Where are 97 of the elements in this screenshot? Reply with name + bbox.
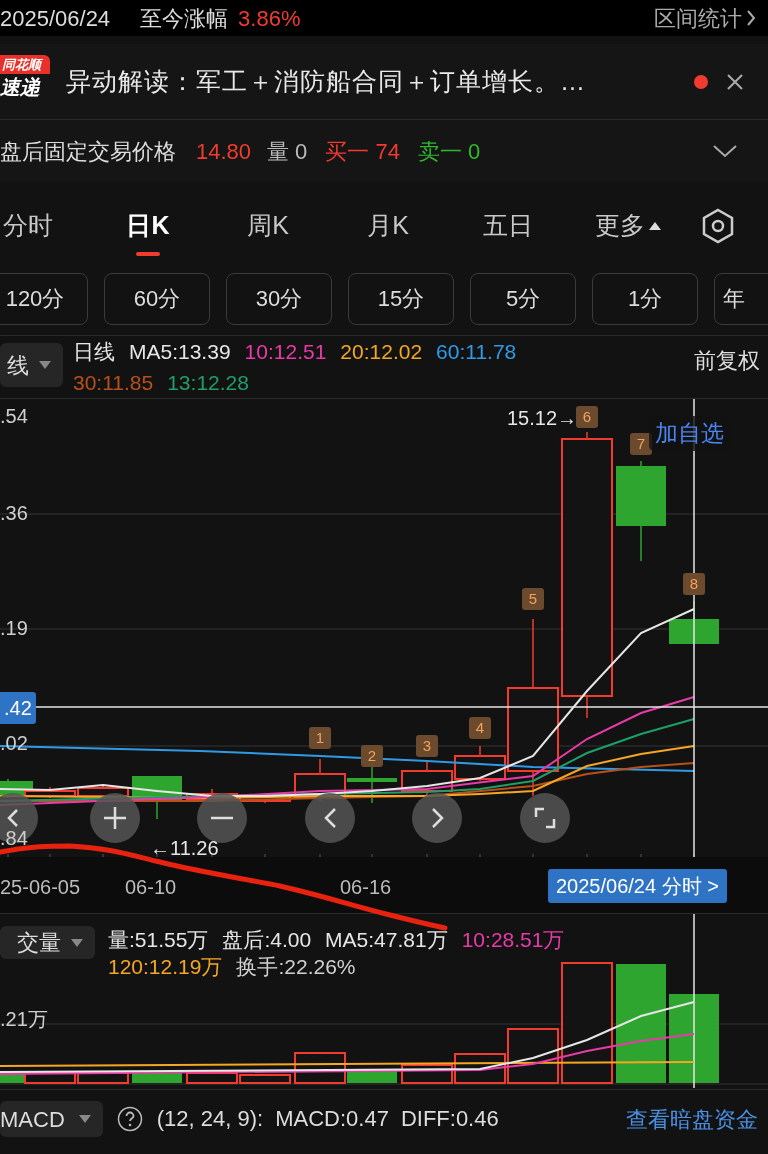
macd-dropdown[interactable]: MACD xyxy=(0,1101,103,1137)
candlestick xyxy=(132,775,182,820)
macd-value: MACD:0.47 xyxy=(275,1104,389,1133)
moving-average-value: MA5:13.39 xyxy=(129,339,231,365)
ask-text: 卖一 0 xyxy=(417,137,481,166)
volume-value: 0 xyxy=(295,137,308,166)
chevron-left-icon xyxy=(7,808,19,828)
pan-left-button[interactable] xyxy=(305,793,355,843)
period-tab[interactable]: 分时 xyxy=(0,190,88,262)
date-axis-label: 25-06-05 xyxy=(0,875,81,900)
event-marker[interactable]: 3 xyxy=(416,735,438,757)
low-price-label: ←11.26 xyxy=(150,836,219,861)
zoom-in-button[interactable] xyxy=(90,793,140,843)
moving-average-value: 60:11.78 xyxy=(436,339,517,365)
chevron-right-icon xyxy=(430,807,444,829)
volume-stat: 换手:22.26% xyxy=(236,954,356,981)
chevron-left-icon xyxy=(323,807,337,829)
range-stats-link[interactable]: 区间统计 xyxy=(654,1,768,35)
triangle-up-icon xyxy=(649,222,661,230)
help-icon[interactable] xyxy=(116,1106,143,1132)
interval-button[interactable]: 60分 xyxy=(104,272,210,325)
volume-label: 量 xyxy=(267,137,290,166)
date-axis-label: 06-10 xyxy=(125,875,177,900)
period-label: 日线 xyxy=(73,339,115,365)
volume-bar xyxy=(186,1072,238,1084)
event-marker[interactable]: 8 xyxy=(683,573,705,595)
fullscreen-button[interactable] xyxy=(520,793,570,843)
interval-button[interactable]: 120分 xyxy=(0,272,88,325)
bid-text: 买一 74 xyxy=(325,137,400,166)
minus-icon xyxy=(210,816,234,820)
macd-value: DIFF:0.46 xyxy=(400,1104,499,1133)
after-hours-price: 14.80 xyxy=(196,137,252,166)
indicator-dropdown[interactable]: 线 xyxy=(0,343,63,387)
change-label: 至今涨幅 xyxy=(140,4,229,33)
volume-stat: 120:12.19万 xyxy=(108,954,223,981)
logo-badge: 同花顺 xyxy=(0,54,50,74)
interval-button[interactable]: 5分 xyxy=(470,272,576,325)
date-axis-label: 06-16 xyxy=(340,875,392,900)
price-axis-label: .54 xyxy=(0,404,28,429)
period-tab[interactable]: 周K xyxy=(208,190,328,262)
logo-text: 速递 xyxy=(0,74,42,97)
moving-average-value: 30:11.85 xyxy=(73,369,154,396)
period-tab[interactable]: 日K xyxy=(88,190,208,262)
caret-down-icon xyxy=(39,361,51,369)
candlestick xyxy=(401,760,453,796)
period-tab[interactable]: 五日 xyxy=(448,190,568,262)
caret-down-icon xyxy=(71,938,83,947)
period-tab[interactable]: 更多 xyxy=(568,190,688,262)
change-value: 3.86% xyxy=(238,4,301,33)
event-marker[interactable]: 4 xyxy=(469,717,491,739)
moving-average-value: 13:12.28 xyxy=(167,369,249,396)
interval-button[interactable]: 30分 xyxy=(226,272,332,325)
volume-stat: 量:51.55万 xyxy=(108,927,209,953)
price-axis-label: .84 xyxy=(0,826,28,851)
zoom-out-button[interactable] xyxy=(197,793,247,843)
high-price-label: 15.12→ xyxy=(507,406,578,431)
price-axis-label: .36 xyxy=(0,501,28,526)
close-button[interactable] xyxy=(726,72,744,91)
expand-button[interactable] xyxy=(712,144,738,158)
moving-average-value: 20:12.02 xyxy=(340,339,423,365)
volume-stat: 10:28.51万 xyxy=(461,927,565,953)
intraday-date-link[interactable]: 2025/06/24 分时 > xyxy=(548,869,727,903)
volume-stat: 盘后:4.00 xyxy=(222,927,312,953)
plus-icon xyxy=(103,806,127,830)
date-text: 2025/06/24 xyxy=(0,4,111,33)
dark-pool-funds-link[interactable]: 查看暗盘资金 xyxy=(626,1102,758,1136)
pan-right-button[interactable] xyxy=(412,793,462,843)
adjust-label[interactable]: 前复权 xyxy=(694,344,760,377)
scroll-left-button[interactable] xyxy=(0,793,38,843)
interval-button[interactable]: 年 xyxy=(714,272,768,325)
event-marker[interactable]: 2 xyxy=(361,745,383,767)
close-icon xyxy=(726,72,744,91)
crosshair-price-label: .42 xyxy=(0,692,36,724)
candlestick xyxy=(347,765,397,804)
settings-icon xyxy=(700,208,736,244)
settings-button[interactable] xyxy=(700,208,736,244)
volume-bar xyxy=(239,1074,291,1084)
event-marker[interactable]: 6 xyxy=(576,406,598,428)
event-marker[interactable]: 5 xyxy=(522,588,544,610)
after-hours-label: 盘后固定交易价格 xyxy=(0,137,176,166)
volume-axis-label: .21万 xyxy=(0,1007,48,1032)
chevron-right-icon xyxy=(746,9,756,27)
volume-bar xyxy=(77,1072,129,1084)
price-axis-label: .19 xyxy=(0,616,28,641)
macd-params: (12, 24, 9): xyxy=(156,1104,264,1133)
volume-dropdown[interactable]: 交量 xyxy=(0,926,95,959)
caret-down-icon xyxy=(78,1115,91,1123)
interval-button[interactable]: 15分 xyxy=(348,272,454,325)
event-marker[interactable]: 1 xyxy=(309,727,331,749)
moving-average-value: 10:12.51 xyxy=(244,339,327,365)
news-headline[interactable]: 异动解读：军工＋消防船合同＋订单增长。… xyxy=(66,62,586,101)
expand-icon xyxy=(534,807,556,829)
period-tab[interactable]: 月K xyxy=(328,190,448,262)
event-marker[interactable]: 7 xyxy=(630,433,652,455)
interval-button[interactable]: 1分 xyxy=(592,272,698,325)
volume-stat: MA5:47.81万 xyxy=(325,927,448,953)
chevron-down-icon xyxy=(712,144,738,158)
